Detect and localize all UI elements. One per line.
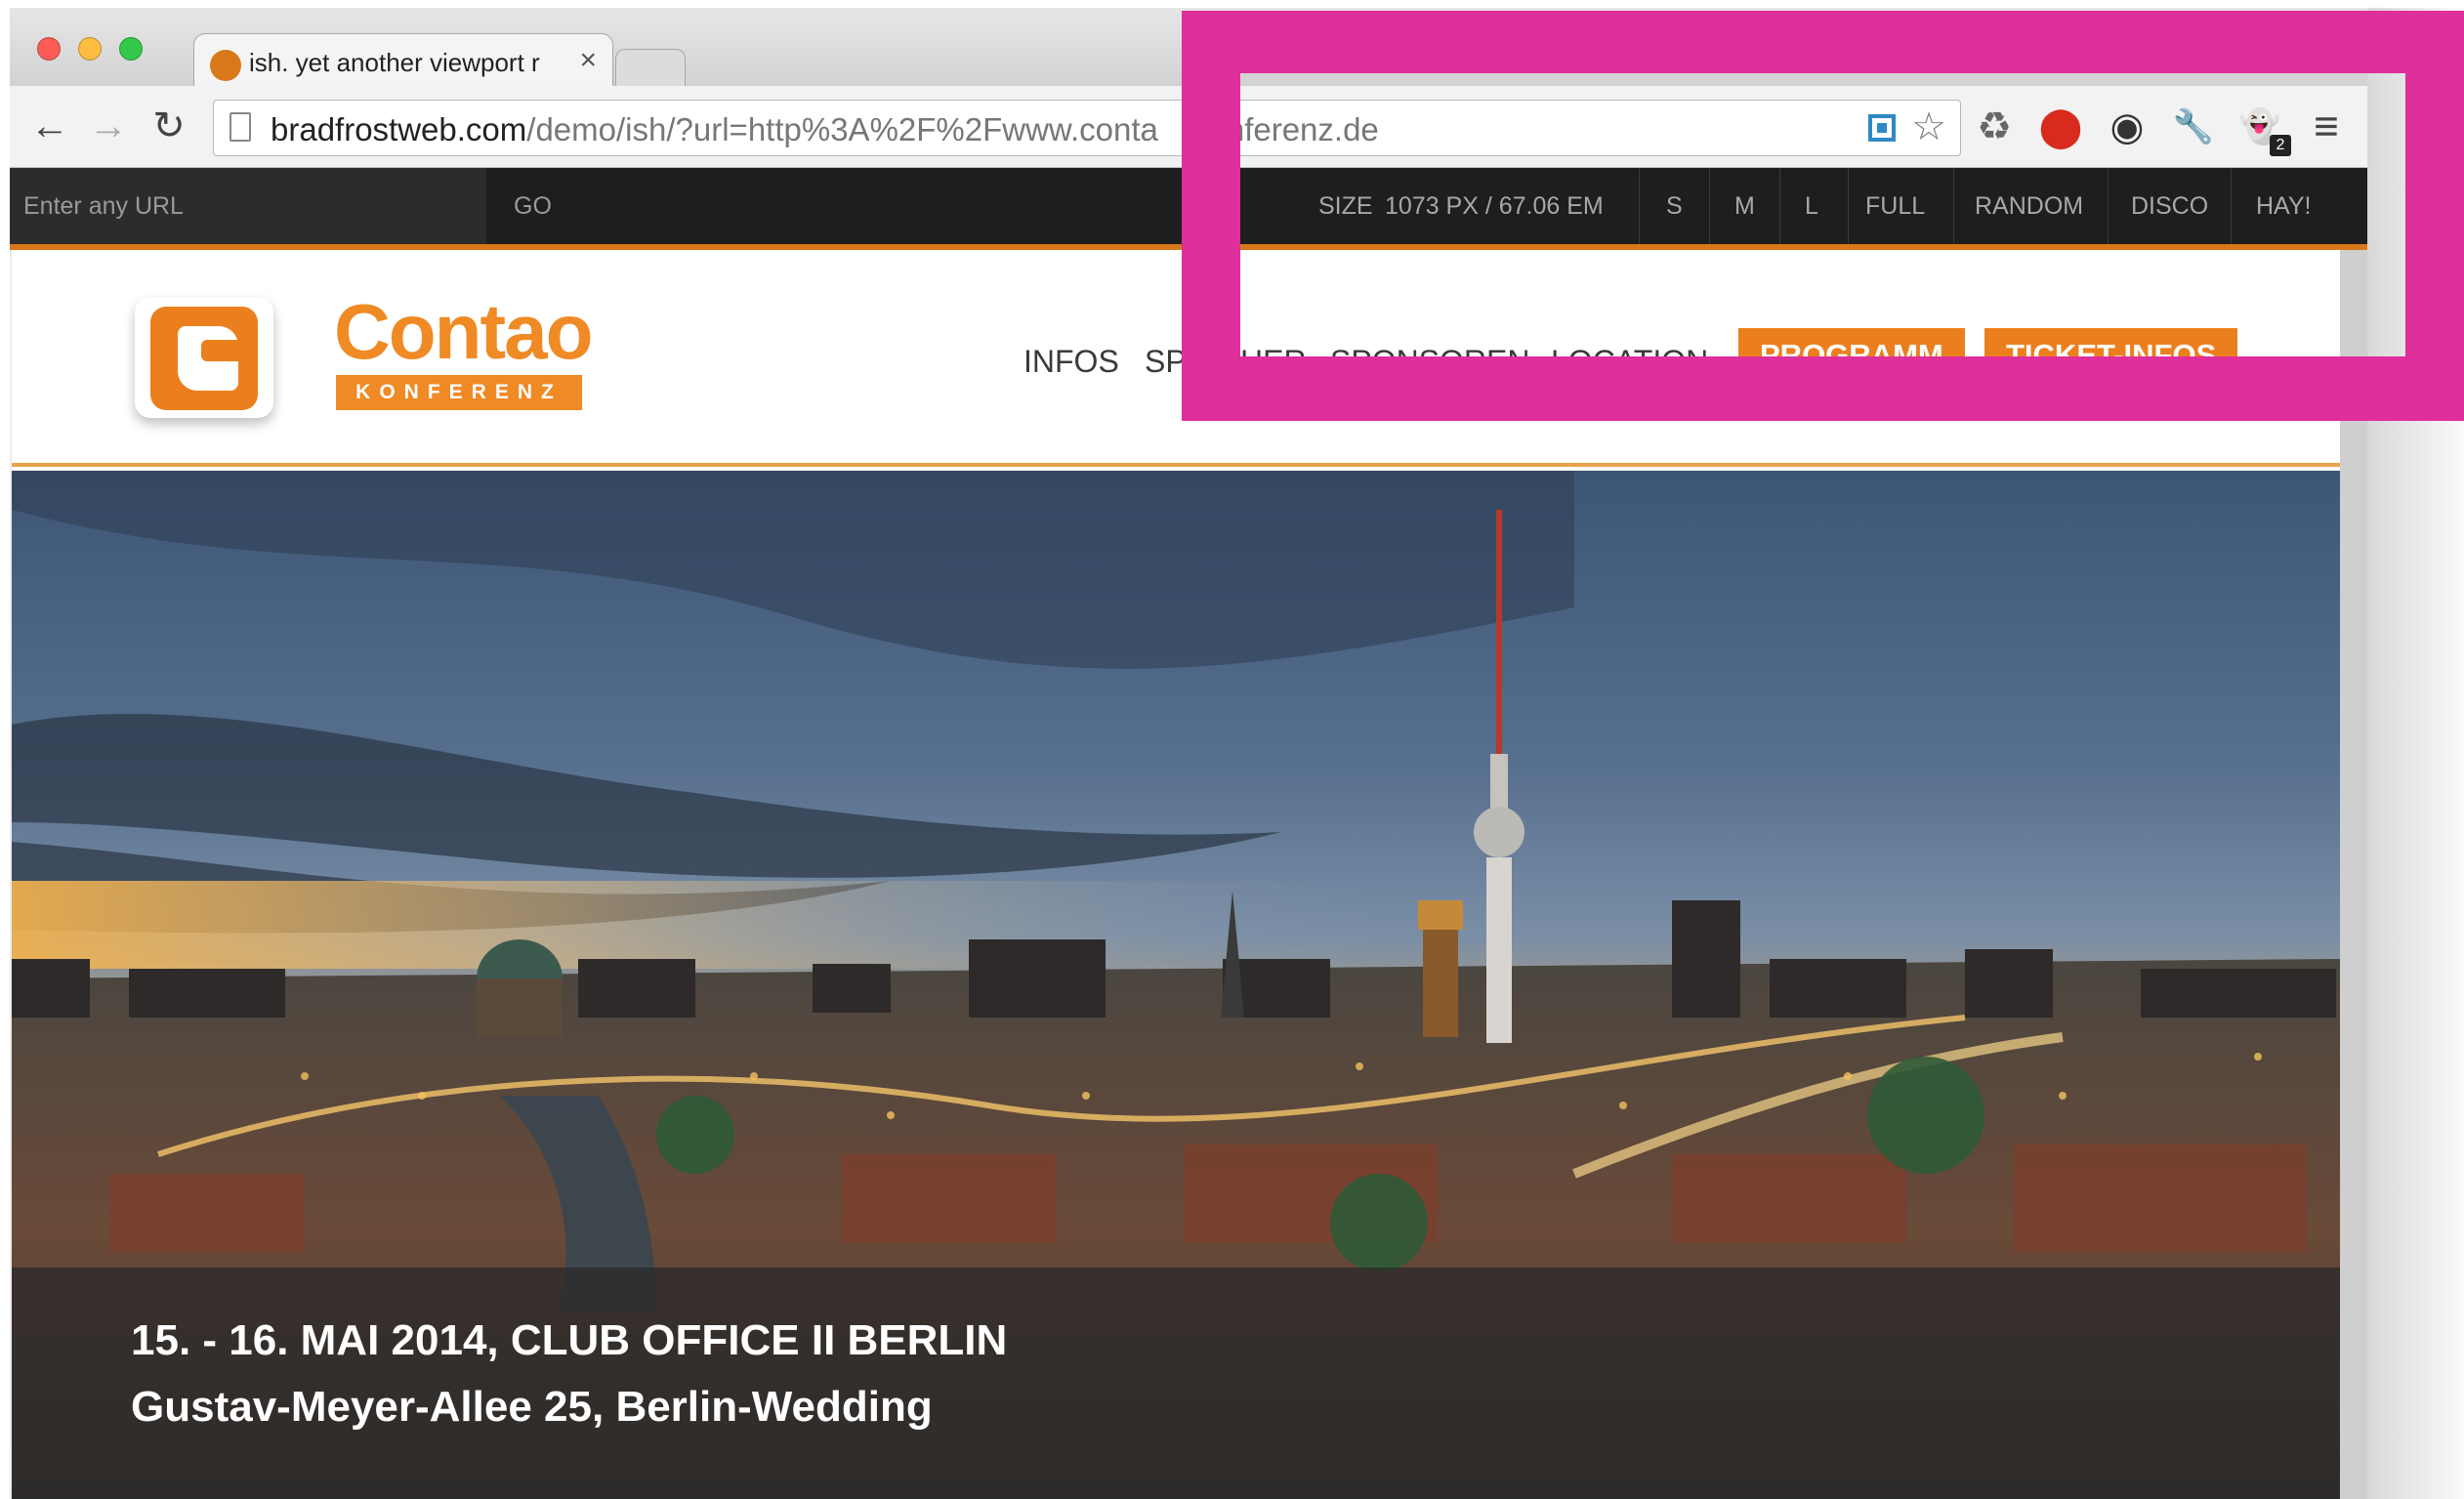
- back-arrow-icon[interactable]: ←: [27, 104, 72, 148]
- zoom-window-button[interactable]: [119, 37, 143, 61]
- new-tab-button[interactable]: [615, 49, 686, 87]
- annotation-highlight-box: [1182, 11, 2464, 421]
- hero-caption: 15. - 16. MAI 2014, CLUB OFFICE II BERLI…: [12, 1268, 2340, 1499]
- event-date-venue: 15. - 16. MAI 2014, CLUB OFFICE II BERLI…: [131, 1316, 1008, 1364]
- contao-logo-icon[interactable]: [135, 297, 273, 418]
- page-icon: [230, 112, 251, 142]
- browser-tab[interactable]: ish. yet another viewport r ×: [193, 33, 613, 90]
- minimize-window-button[interactable]: [78, 37, 102, 61]
- url-path: /demo/ish/?url=http%3A%2F%2Fwww.conta: [526, 111, 1158, 147]
- hero-image: 15. - 16. MAI 2014, CLUB OFFICE II BERLI…: [12, 471, 2340, 1499]
- forward-arrow-icon[interactable]: →: [86, 104, 131, 148]
- event-address: Gustav-Meyer-Allee 25, Berlin-Wedding: [131, 1383, 933, 1431]
- close-window-button[interactable]: [37, 37, 61, 61]
- nav-speaker-start[interactable]: SP: [1145, 344, 1187, 380]
- reload-icon[interactable]: ↻: [146, 104, 191, 148]
- favicon-icon: [210, 50, 241, 81]
- site-viewport: Contao KONFERENZ INFOS SP HER SPONSOREN …: [12, 250, 2340, 1499]
- logo-subtitle: KONFERENZ: [336, 375, 582, 410]
- nav-infos[interactable]: INFOS: [1023, 344, 1119, 380]
- tab-title: ish. yet another viewport r: [249, 48, 540, 77]
- ish-url-input[interactable]: Enter any URL: [10, 168, 486, 244]
- page-scrollbar[interactable]: [2340, 250, 2367, 1499]
- tab-close-icon[interactable]: ×: [579, 44, 597, 77]
- logo-wordmark[interactable]: Contao: [334, 287, 594, 377]
- url-domain: bradfrostweb.com: [271, 111, 527, 147]
- ish-go-button[interactable]: GO: [514, 168, 552, 244]
